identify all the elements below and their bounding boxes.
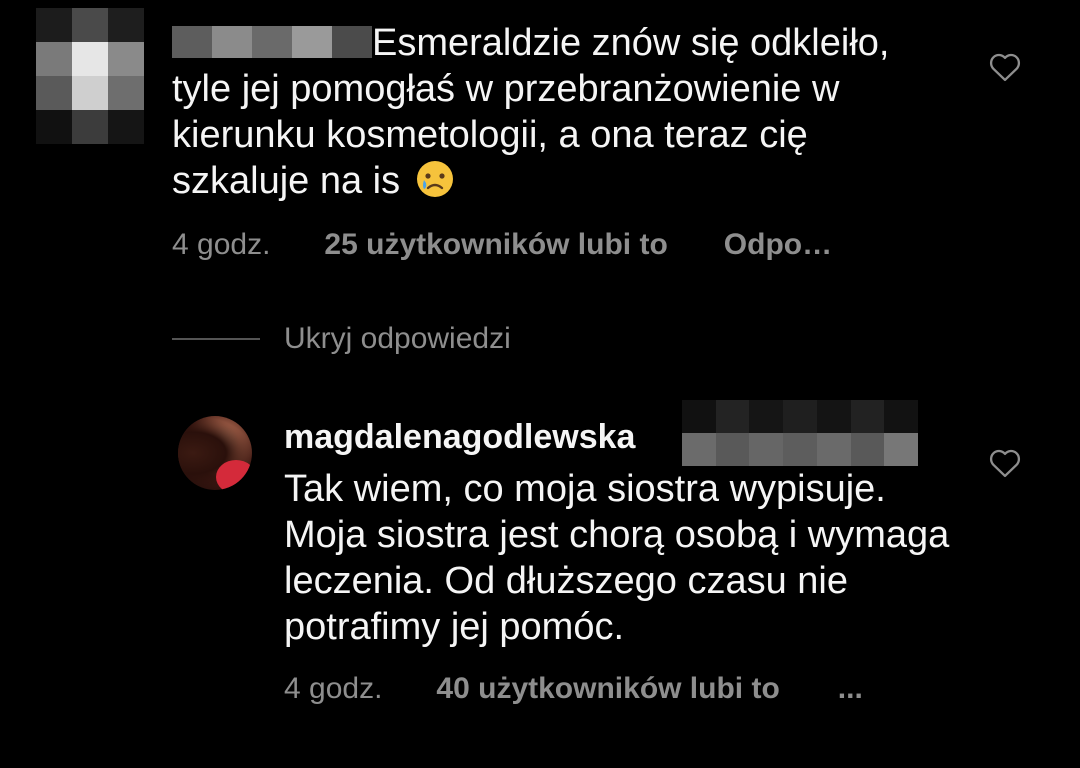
censored-mosaic: [682, 400, 918, 466]
avatar-blurred[interactable]: [36, 8, 144, 144]
hide-replies-label: Ukryj odpowiedzi: [284, 322, 511, 355]
divider: [172, 338, 260, 340]
reply-username[interactable]: magdalenagodlewska: [284, 418, 635, 457]
likes-count-link[interactable]: 25 użytkowników lubi to: [324, 228, 667, 262]
likes-count-link[interactable]: 40 użytkowników lubi to: [436, 672, 779, 706]
comment-meta: 4 godz. 25 użytkowników lubi to Odpo…: [172, 228, 832, 262]
ellipsis-icon[interactable]: ...: [838, 672, 863, 706]
heart-outline-icon[interactable]: [988, 448, 1022, 478]
crying-face-icon: [415, 159, 455, 199]
reply-time: 4 godz.: [284, 672, 383, 705]
comment-time: 4 godz.: [172, 228, 271, 261]
hide-replies-toggle[interactable]: Ukryj odpowiedzi: [172, 322, 511, 356]
comment-text: Esmeraldzie znów się odkleiło, tyle jej …: [172, 20, 952, 204]
heart-outline-icon[interactable]: [988, 52, 1022, 82]
reply-meta: 4 godz. 40 użytkowników lubi to ...: [284, 672, 863, 706]
avatar[interactable]: [178, 416, 252, 490]
reply-text: Tak wiem, co moja siostra wypisuje. Moja…: [284, 468, 950, 648]
username-censored[interactable]: [172, 26, 372, 58]
reply-button[interactable]: Odpo…: [724, 228, 832, 262]
